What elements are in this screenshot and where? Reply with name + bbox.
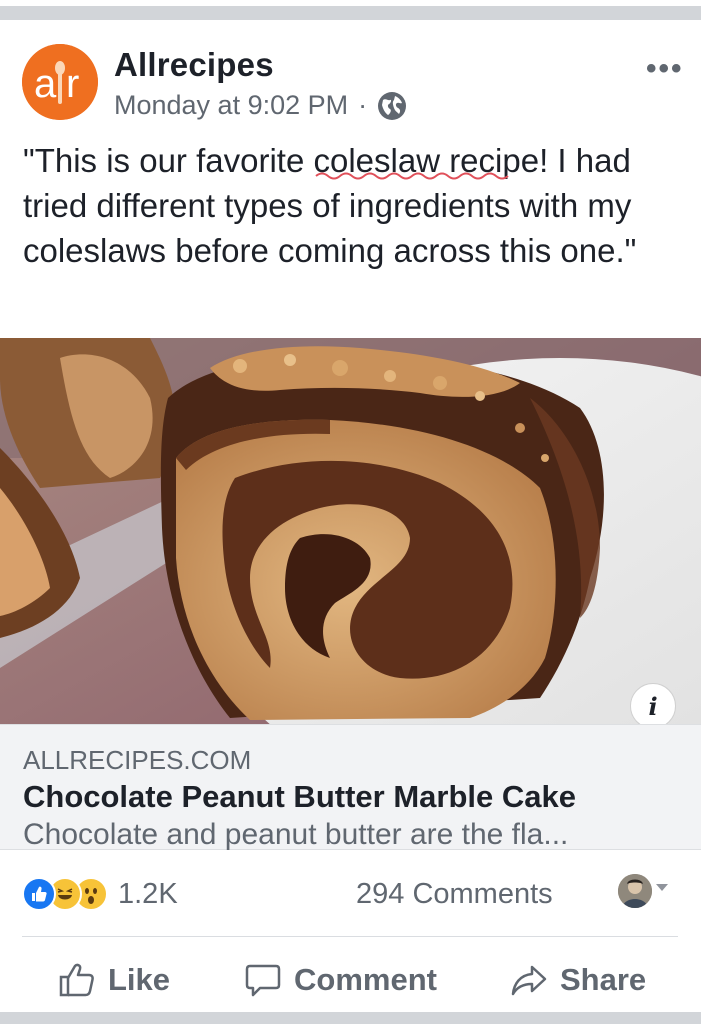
post-actions-bar: Like Comment Share [0, 950, 701, 1010]
svg-text:r: r [66, 62, 79, 106]
thumbs-up-icon [59, 963, 94, 997]
page-name-link[interactable]: Allrecipes [114, 46, 274, 84]
info-icon[interactable]: i [630, 683, 676, 729]
share-arrow-icon [511, 965, 547, 996]
svg-text:a: a [34, 62, 57, 106]
comment-button[interactable]: Comment [244, 950, 437, 1010]
share-button[interactable]: Share [510, 950, 646, 1010]
meta-separator: · [358, 90, 368, 120]
like-button[interactable]: Like [58, 950, 170, 1010]
post-timestamp[interactable]: Monday at 9:02 PM [114, 90, 348, 121]
comments-count-link[interactable]: 294 Comments [356, 878, 553, 911]
link-description: Chocolate and peanut butter are the fla.… [23, 818, 569, 851]
page-avatar[interactable]: a r [22, 44, 98, 120]
comment-label: Comment [294, 962, 437, 997]
reaction-count: 1.2K [118, 877, 178, 910]
reactions-summary[interactable]: 1.2K [22, 877, 178, 911]
link-domain: ALLRECIPES.COM [23, 745, 252, 775]
link-preview-card[interactable]: ALLRECIPES.COM Chocolate Peanut Butter M… [0, 724, 701, 851]
share-label: Share [560, 962, 647, 997]
action-divider [22, 936, 678, 937]
post-meta: Monday at 9:02 PM · [114, 90, 407, 121]
post-message: "This is our favorite coleslaw recipe! I… [23, 142, 637, 269]
viewer-avatar[interactable] [618, 874, 652, 908]
allrecipes-logo-icon: a r [22, 44, 98, 120]
feed-post: a r Allrecipes Monday at 9:02 PM · ••• "… [0, 20, 701, 1012]
spellcheck-underline [315, 172, 509, 180]
like-label: Like [108, 962, 171, 997]
link-preview-image[interactable] [0, 338, 701, 724]
bottom-separator [0, 1012, 701, 1024]
comment-bubble-icon [245, 964, 281, 997]
top-separator [0, 0, 701, 20]
reaction-selector-caret-icon[interactable] [656, 884, 668, 891]
like-reaction-icon [22, 877, 56, 911]
more-options-icon[interactable]: ••• [646, 52, 684, 86]
marble-cake-photo [0, 338, 701, 724]
globe-icon [378, 91, 407, 120]
link-title: Chocolate Peanut Butter Marble Cake [23, 779, 576, 814]
